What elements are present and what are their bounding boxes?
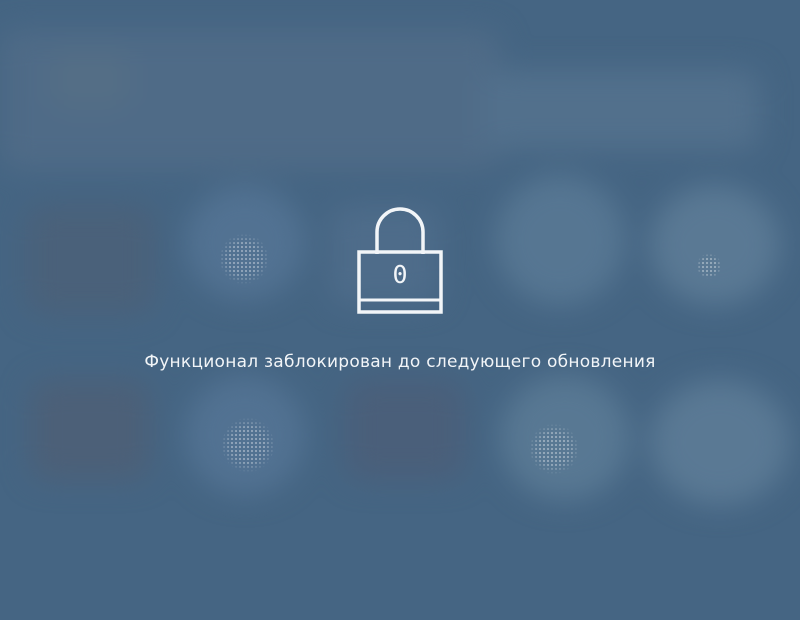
blurred-avatar-r2-c5: [650, 380, 790, 505]
locked-feature-message: Функционал заблокирован до следующего об…: [144, 352, 656, 372]
blurred-dot-pattern: [220, 233, 268, 285]
blurred-dot-pattern: [530, 423, 578, 475]
blurred-card-r1-c1: [25, 205, 155, 315]
blurred-dot-pattern: [697, 253, 721, 279]
blurred-avatar-r1-c5: [650, 185, 780, 305]
blurred-avatar-r1-c4: [495, 175, 625, 305]
blurred-card-r2-c1: [30, 380, 150, 480]
blurred-card-r2-c3: [345, 380, 465, 480]
blurred-top-right-panel: [480, 70, 760, 150]
lock-indicator: 0: [350, 202, 450, 320]
lock-counter: 0: [392, 260, 408, 289]
blurred-dot-pattern: [222, 417, 274, 473]
blurred-top-left-card: [50, 50, 130, 110]
